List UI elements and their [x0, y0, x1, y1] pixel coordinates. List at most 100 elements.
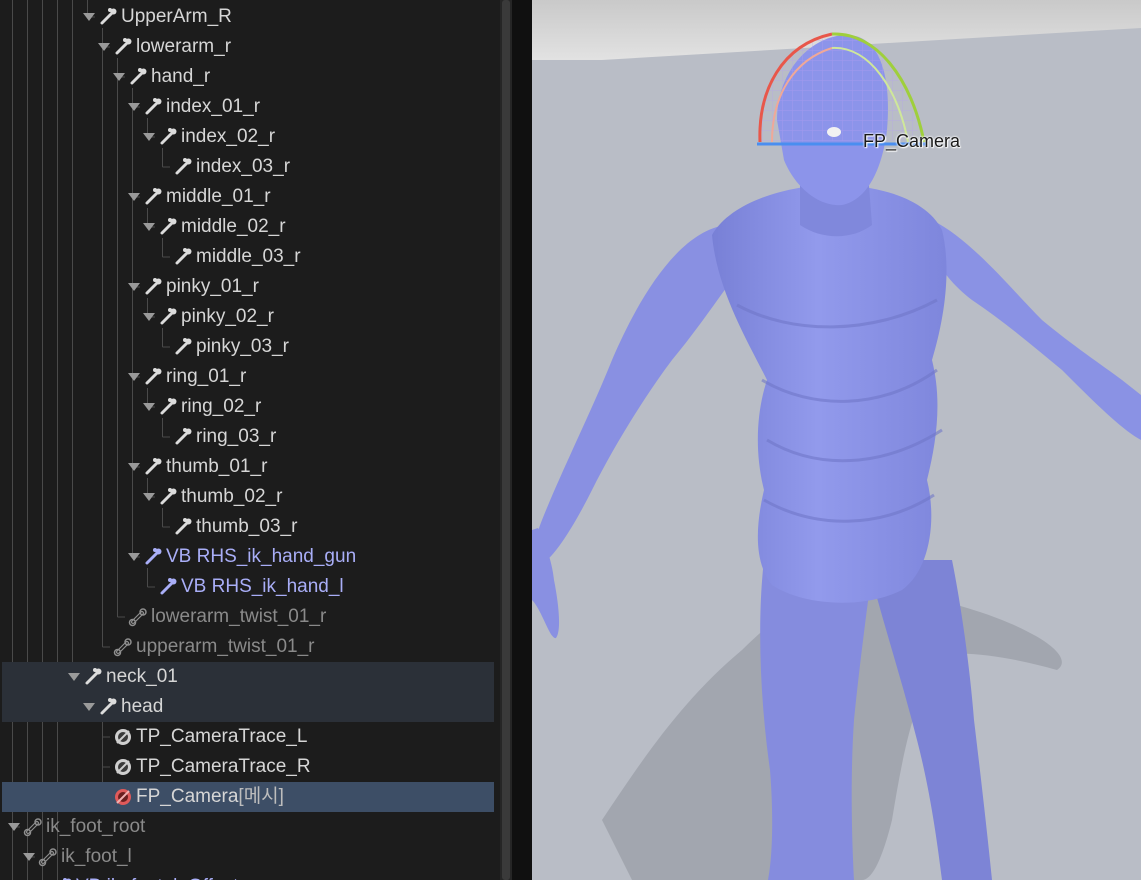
- tree-row[interactable]: pinky_02_r: [2, 302, 494, 332]
- tree-row-label: middle_02_r: [181, 217, 286, 237]
- bone-name: VB RHS_ik_hand_gun: [166, 546, 357, 567]
- expand-arrow-icon[interactable]: [128, 103, 140, 111]
- bone-name: thumb_01_r: [166, 456, 268, 477]
- tree-row[interactable]: FP_Camera[메시]: [2, 782, 494, 812]
- bone-name: pinky_02_r: [181, 306, 274, 327]
- expand-arrow-icon[interactable]: [128, 283, 140, 291]
- tree-row[interactable]: thumb_01_r: [2, 452, 494, 482]
- bone-name: middle_01_r: [166, 186, 271, 207]
- tree-row[interactable]: VB RHS_ik_hand_gun: [2, 542, 494, 572]
- tree-row-label: TP_CameraTrace_R: [136, 757, 311, 777]
- expand-arrow-icon[interactable]: [128, 553, 140, 561]
- tree-row-label: VB RHS_ik_hand_l: [181, 577, 344, 597]
- socket-label: FP_Camera: [863, 131, 961, 151]
- expand-arrow-icon[interactable]: [8, 823, 20, 831]
- expand-arrow-icon[interactable]: [143, 493, 155, 501]
- bone-icon: [113, 37, 133, 57]
- tree-row-label: ik_foot_l: [61, 847, 132, 867]
- tree-row[interactable]: VB RHS_ik_hand_l: [2, 572, 494, 602]
- expand-arrow-icon[interactable]: [128, 463, 140, 471]
- socket-icon: [113, 787, 133, 807]
- gizmo-pivot: [827, 127, 841, 137]
- tree-row-label: pinky_02_r: [181, 307, 274, 327]
- tree-row[interactable]: upperarm_twist_01_r: [2, 632, 494, 662]
- panel-splitter[interactable]: [512, 0, 532, 880]
- tree-row[interactable]: pinky_03_r: [2, 332, 494, 362]
- bone-icon: [173, 517, 193, 537]
- viewport-scene: [532, 0, 1141, 880]
- expand-arrow-icon[interactable]: [128, 193, 140, 201]
- bone-name: middle_02_r: [181, 216, 286, 237]
- twist-bone-icon: [113, 637, 133, 657]
- bone-name: index_01_r: [166, 96, 261, 117]
- bone-icon: [143, 457, 163, 477]
- bone-name: TP_CameraTrace_L: [136, 726, 308, 747]
- tree-row[interactable]: ring_01_r: [2, 362, 494, 392]
- bone-name: FP_Camera: [136, 786, 239, 807]
- tree-row[interactable]: head: [2, 692, 494, 722]
- expand-arrow-icon[interactable]: [98, 43, 110, 51]
- tree-row[interactable]: ring_03_r: [2, 422, 494, 452]
- bone-icon: [158, 487, 178, 507]
- tree-row-label: index_01_r: [166, 97, 260, 117]
- tree-row[interactable]: neck_01: [2, 662, 494, 692]
- expand-arrow-icon[interactable]: [143, 223, 155, 231]
- tree-row[interactable]: TP_CameraTrace_L: [2, 722, 494, 752]
- tree-row[interactable]: thumb_02_r: [2, 482, 494, 512]
- bone-name: head: [121, 696, 164, 717]
- tree-row[interactable]: thumb_03_r: [2, 512, 494, 542]
- bone-name: pinky_01_r: [166, 276, 259, 297]
- tree-row-label: thumb_02_r: [181, 487, 282, 507]
- bone-icon: [98, 697, 118, 717]
- viewport[interactable]: FP_Camera: [532, 0, 1141, 880]
- tree-row-label: pinky_01_r: [166, 277, 259, 297]
- tree-row-label: neck_01: [106, 667, 178, 687]
- tree-row-label: UpperArm_R: [121, 7, 232, 27]
- virtual-bone-icon: [143, 547, 163, 567]
- bone-icon: [128, 67, 148, 87]
- bone-icon: [158, 127, 178, 147]
- bone-icon: [143, 187, 163, 207]
- tree-row[interactable]: middle_02_r: [2, 212, 494, 242]
- bone-icon: [158, 397, 178, 417]
- tree-row-label: index_03_r: [196, 157, 290, 177]
- expand-arrow-icon[interactable]: [143, 313, 155, 321]
- tree-row-label: hand_r: [151, 67, 210, 87]
- tree-row[interactable]: middle_03_r: [2, 242, 494, 272]
- tree-scrollbar-thumb[interactable]: [502, 0, 510, 880]
- tree-row[interactable]: pinky_01_r: [2, 272, 494, 302]
- tree-row-label: ik_foot_root: [46, 817, 145, 837]
- bone-icon: [83, 667, 103, 687]
- tree-row[interactable]: middle_01_r: [2, 182, 494, 212]
- expand-arrow-icon[interactable]: [113, 73, 125, 81]
- bone-icon: [143, 277, 163, 297]
- tree-row[interactable]: UpperArm_R: [2, 2, 494, 32]
- tree-row[interactable]: lowerarm_r: [2, 32, 494, 62]
- bone-name: middle_03_r: [196, 246, 301, 267]
- expand-arrow-icon[interactable]: [143, 403, 155, 411]
- expand-arrow-icon[interactable]: [83, 13, 95, 21]
- socket-icon: [113, 727, 133, 747]
- tree-row[interactable]: hand_r: [2, 62, 494, 92]
- bone-name: thumb_03_r: [196, 516, 298, 537]
- tree-row[interactable]: ring_02_r: [2, 392, 494, 422]
- tree-row[interactable]: index_03_r: [2, 152, 494, 182]
- tree-row[interactable]: ik_foot_root: [2, 812, 494, 842]
- expand-arrow-icon[interactable]: [143, 133, 155, 141]
- tree-row[interactable]: VB ik_foot_l_Offset: [2, 872, 494, 880]
- tree-scrollbar[interactable]: [500, 0, 512, 880]
- bone-icon: [173, 337, 193, 357]
- tree-row[interactable]: index_01_r: [2, 92, 494, 122]
- twist-bone-icon: [128, 607, 148, 627]
- expand-arrow-icon[interactable]: [128, 373, 140, 381]
- expand-arrow-icon[interactable]: [23, 853, 35, 861]
- tree-row[interactable]: TP_CameraTrace_R: [2, 752, 494, 782]
- bone-name: ik_foot_l: [61, 846, 132, 867]
- expand-arrow-icon[interactable]: [83, 703, 95, 711]
- tree-row[interactable]: lowerarm_twist_01_r: [2, 602, 494, 632]
- twist-bone-icon: [23, 817, 43, 837]
- expand-arrow-icon[interactable]: [68, 673, 80, 681]
- tree-row-label: middle_01_r: [166, 187, 271, 207]
- tree-row[interactable]: ik_foot_l: [2, 842, 494, 872]
- tree-row[interactable]: index_02_r: [2, 122, 494, 152]
